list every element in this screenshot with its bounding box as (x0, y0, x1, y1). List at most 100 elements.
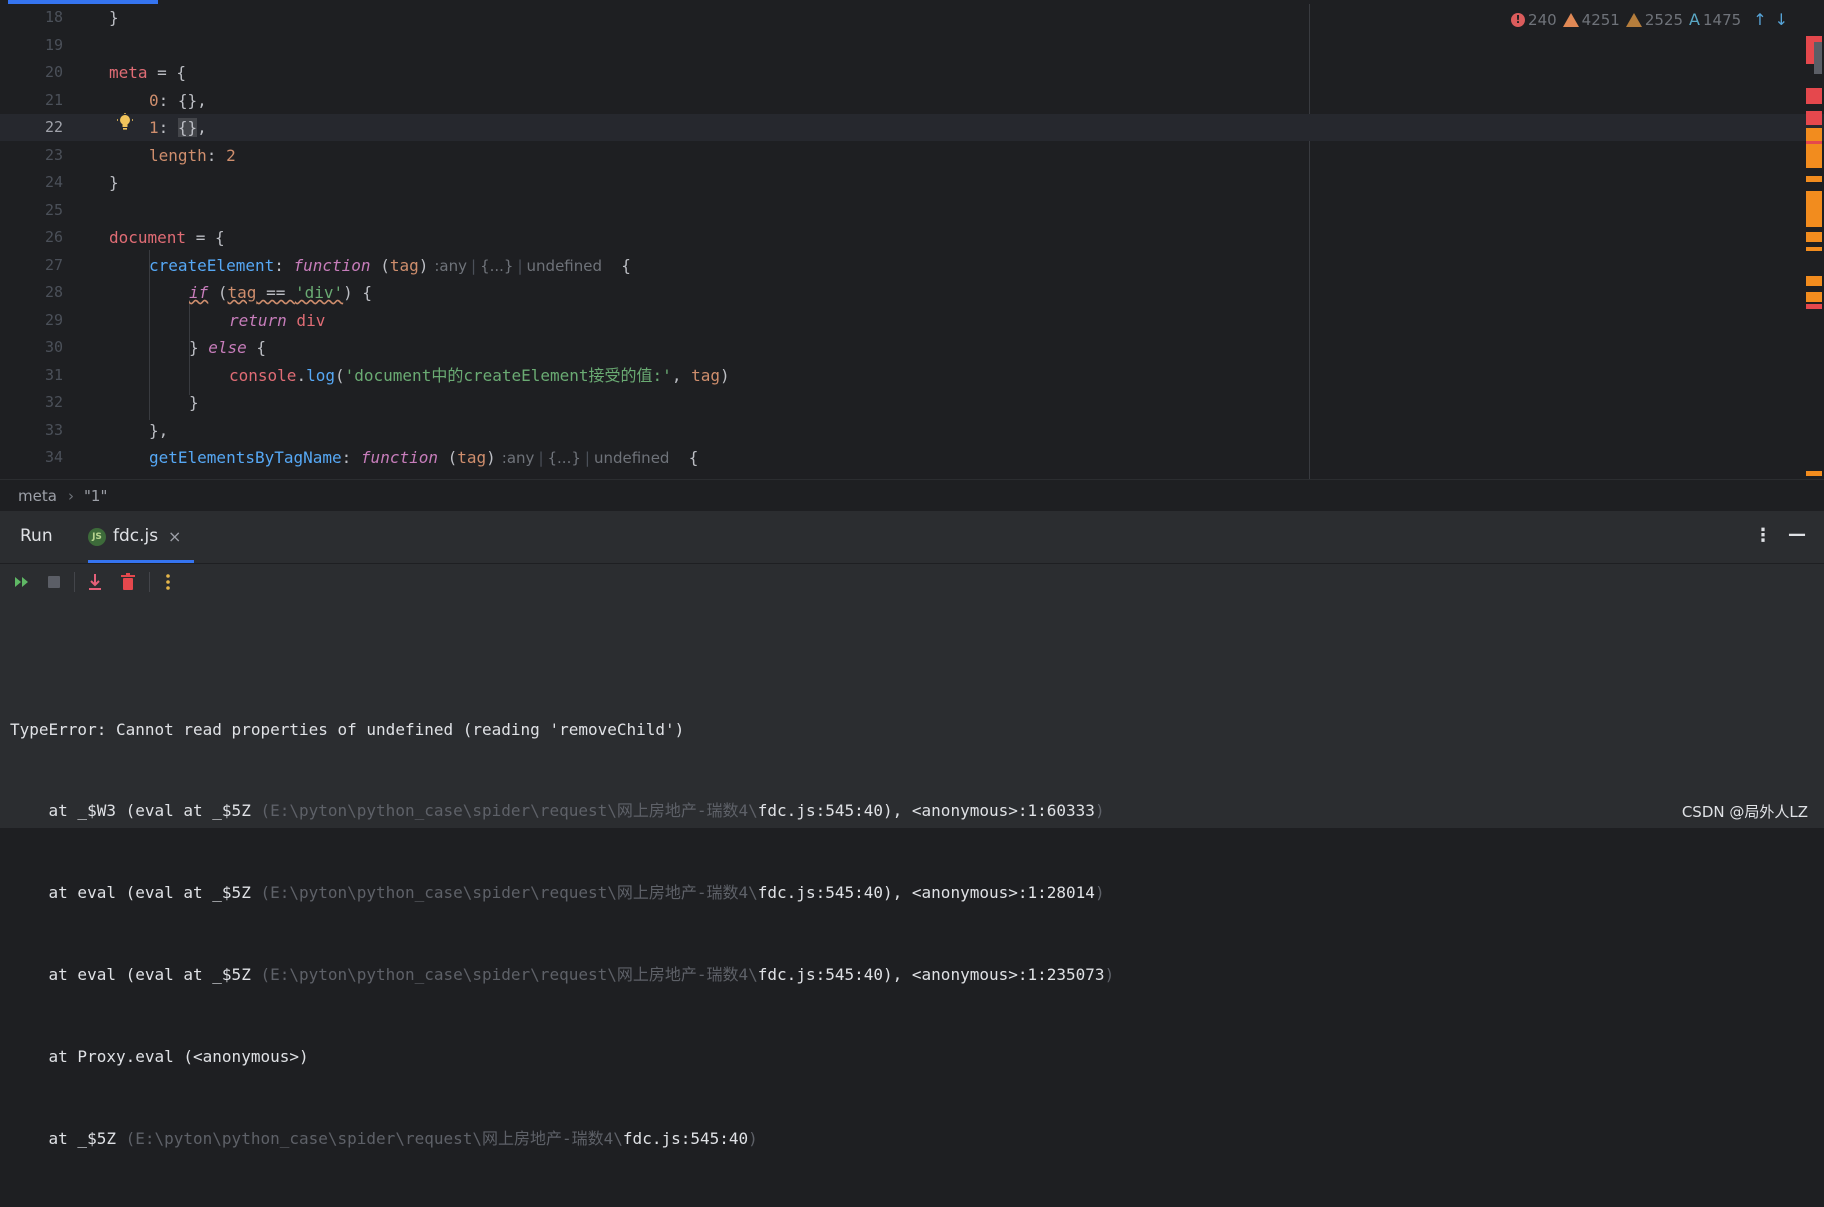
breadcrumb-item-1[interactable]: "1" (84, 487, 107, 505)
warning-stripe-mark[interactable] (1806, 471, 1822, 476)
tab-fdc-js[interactable]: JS fdc.js × (88, 517, 194, 563)
line-number: 25 (44, 200, 63, 219)
code-text: return div (229, 310, 326, 330)
line-number: 26 (44, 228, 63, 246)
code-line[interactable]: 34 getElementsByTagName: function (tag):… (0, 444, 1824, 471)
run-toolbar (0, 564, 1824, 600)
line-number: 19 (44, 35, 63, 54)
breadcrumb: meta › "1" (0, 479, 1824, 511)
stack-path-link[interactable]: (E:\pyton\python_case\spider\request\网上房… (260, 801, 757, 820)
code-text: } (109, 173, 119, 192)
warning-stripe-mark[interactable] (1806, 191, 1822, 227)
previous-highlight-arrow-icon[interactable]: ↑ (1753, 10, 1766, 29)
warning-icon (1562, 12, 1579, 27)
error-stripe-mark[interactable] (1806, 111, 1822, 125)
cursor-brace-highlight: {} (177, 118, 198, 137)
line-number: 22 (44, 118, 63, 136)
type-hint: :any | {...} | undefined (501, 449, 670, 467)
code-line[interactable]: 33 }, (0, 417, 1824, 444)
run-panel-header: Run JS fdc.js × ⋮ — (0, 511, 1824, 564)
error-stripe-mark[interactable] (1806, 304, 1822, 309)
line-number: 33 (44, 420, 63, 439)
stop-icon[interactable] (44, 572, 64, 592)
code-line[interactable]: 28 if (tag == 'div') { (0, 279, 1824, 306)
stack-frame: at _$5Z (E:\pyton\python_case\spider\req… (10, 1129, 758, 1149)
line-number: 31 (44, 365, 63, 384)
code-line[interactable]: 21 0: {}, (0, 87, 1824, 114)
line-number: 28 (44, 283, 63, 301)
toolbar-divider (149, 572, 150, 592)
code-line[interactable]: 19 (0, 32, 1824, 59)
stack-frame: at eval (eval at _$5Z (E:\pyton\python_c… (10, 883, 1105, 903)
current-code-line[interactable]: 22 1: {}, (0, 114, 1824, 142)
warning-stripe-mark[interactable] (1806, 232, 1822, 242)
error-stripe-mark[interactable] (1806, 88, 1822, 104)
breadcrumb-item-meta[interactable]: meta (18, 487, 57, 505)
stack-path-link[interactable]: (E:\pyton\python_case\spider\request\网上房… (126, 1129, 623, 1148)
console-output[interactable]: TypeError: Cannot read properties of und… (10, 661, 1114, 1207)
typos-count[interactable]: A 1475 (1689, 10, 1741, 29)
minimize-icon[interactable]: — (1788, 524, 1806, 545)
javascript-file-icon: JS (88, 528, 106, 546)
warning-stripe-mark[interactable] (1806, 276, 1822, 286)
code-text: } (109, 8, 119, 27)
code-line[interactable]: 31 console.log('document中的createElement接… (0, 362, 1824, 389)
line-number: 20 (44, 63, 63, 81)
code-line[interactable]: 25 (0, 197, 1824, 224)
run-tool-window: Run JS fdc.js × ⋮ — TypeError: Cannot re… (0, 510, 1824, 1148)
line-number: 29 (44, 310, 63, 329)
stack-frame: at Proxy.eval (<anonymous>) (10, 1047, 309, 1067)
code-line[interactable]: 27 createElement: function (tag):any | {..… (0, 252, 1824, 279)
code-line[interactable]: 29 return div (0, 307, 1824, 334)
next-highlight-arrow-icon[interactable]: ↓ (1775, 10, 1788, 29)
error-stripe[interactable] (1806, 36, 1822, 476)
line-number: 18 (44, 8, 63, 26)
scroll-thumb[interactable] (1814, 42, 1822, 74)
code-text: } (189, 393, 199, 412)
code-editor[interactable]: 18 } 19 20 meta = { 21 0: {}, 22 1: {}, … (0, 0, 1824, 479)
warning-stripe-mark[interactable] (1806, 292, 1822, 302)
line-number: 32 (44, 393, 63, 411)
code-text: meta = { (109, 63, 187, 82)
warning-stripe-mark[interactable] (1806, 176, 1822, 182)
code-line[interactable]: 20 meta = { (0, 59, 1824, 86)
toolbar-more-icon[interactable] (158, 572, 178, 592)
tab-label: fdc.js (113, 526, 159, 546)
warnings-count[interactable]: 4251 (1562, 11, 1620, 29)
stack-path-link[interactable]: (E:\pyton\python_case\spider\request\网上房… (260, 883, 757, 902)
code-line[interactable]: 26 document = { (0, 224, 1824, 251)
code-line[interactable]: 24 } (0, 169, 1824, 196)
clear-all-icon[interactable] (118, 572, 138, 592)
line-number: 23 (44, 145, 63, 164)
scroll-to-end-icon[interactable] (85, 572, 105, 592)
line-number: 21 (44, 90, 63, 109)
active-tab-underline (88, 560, 194, 563)
type-hint: :any | {...} | undefined (434, 256, 603, 275)
more-options-icon[interactable]: ⋮ (1754, 525, 1772, 546)
warning-stripe-mark[interactable] (1806, 247, 1822, 251)
error-stripe-mark[interactable] (1806, 141, 1822, 144)
code-line[interactable]: 32 } (0, 389, 1824, 416)
stack-frame: at _$W3 (eval at _$5Z (E:\pyton\python_c… (10, 801, 1105, 821)
weak-warnings-count[interactable]: 2525 (1625, 11, 1683, 29)
line-number: 24 (44, 173, 63, 191)
lightbulb-icon[interactable] (117, 113, 133, 131)
breadcrumb-separator: › (68, 487, 74, 505)
inspection-widget[interactable]: ! 240 4251 2525 A 1475 ↑ ↓ (1511, 10, 1788, 29)
code-text: if (tag == 'div') { (189, 283, 373, 302)
error-icon: ! (1511, 12, 1526, 27)
warning-stripe-mark[interactable] (1806, 128, 1822, 168)
line-number: 34 (44, 448, 63, 466)
toolbar-divider (74, 572, 75, 592)
code-text: document = { (109, 228, 225, 247)
code-text: length: 2 (149, 145, 236, 165)
stack-path-link[interactable]: (E:\pyton\python_case\spider\request\网上房… (260, 965, 757, 984)
code-line[interactable]: 30 } else { (0, 334, 1824, 361)
code-text: }, (149, 420, 169, 440)
errors-count[interactable]: ! 240 (1511, 11, 1557, 29)
rerun-icon[interactable] (12, 572, 32, 592)
code-line[interactable]: 23 length: 2 (0, 142, 1824, 169)
code-text: console.log('document中的createElement接受的值… (229, 365, 730, 385)
close-tab-icon[interactable]: × (168, 527, 181, 546)
watermark: CSDN @局外人LZ (1681, 803, 1808, 821)
